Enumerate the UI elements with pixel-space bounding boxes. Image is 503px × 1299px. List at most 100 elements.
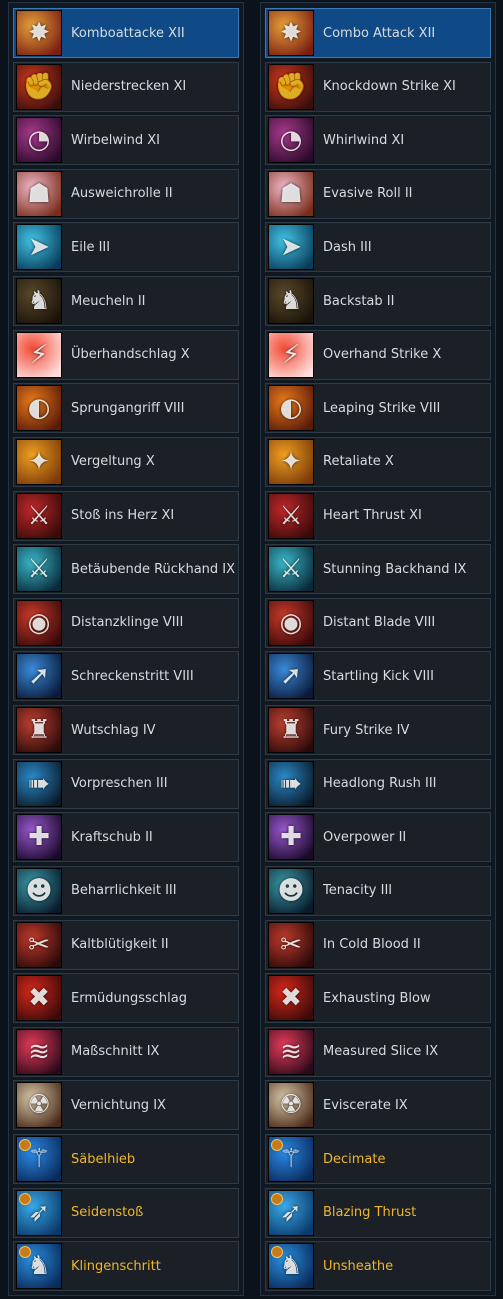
in-cold-blood-icon: ✂ [268,921,314,968]
dash-icon: ➤ [268,224,314,271]
skill-row[interactable]: ☗ Ausweichrolle II [13,168,239,219]
skill-row[interactable]: ✂ In Cold Blood II [265,919,491,970]
skill-row[interactable]: ✚ Kraftschub II [13,812,239,863]
skill-row[interactable]: ☗ Evasive Roll II [265,168,491,219]
skill-row[interactable]: ✦ Vergeltung X [13,436,239,487]
skill-row[interactable]: ✖ Exhausting Blow [265,973,491,1024]
decimate-glyph: ⚚ [27,1144,51,1175]
skill-row[interactable]: ➚ Startling Kick VIII [265,651,491,702]
in-cold-blood-glyph: ✂ [280,929,302,960]
overpower-icon: ✚ [16,814,62,861]
unsheathe-icon: ♞ [16,1243,62,1290]
english-skill-list: ✸ Combo Attack XII ✊ Knockdown Strike XI ◔ Wh… [260,2,496,1296]
skill-name: Tenacity III [323,883,393,899]
eviscerate-glyph: ☢ [27,1090,51,1121]
skill-name: Overhand Strike X [323,347,442,363]
skill-row[interactable]: ♞ Klingenschritt [13,1241,239,1292]
headlong-rush-icon: ➠ [16,760,62,807]
skill-name: Ausweichrolle II [71,186,173,202]
skill-row[interactable]: ≋ Maßschnitt IX [13,1026,239,1077]
dash-glyph: ➤ [28,232,50,263]
skill-name: Dash III [323,239,372,255]
skill-name: Whirlwind XI [323,132,405,148]
skill-row[interactable]: ✂ Kaltblütigkeit II [13,919,239,970]
tenacity-icon: ☻ [16,867,62,914]
retaliate-glyph: ✦ [280,446,302,477]
skill-name: Betäubende Rückhand IX [71,561,236,577]
skill-name: Eile III [71,239,111,255]
skill-row[interactable]: ➚ Schreckenstritt VIII [13,651,239,702]
unsheathe-glyph: ♞ [279,1251,303,1282]
in-cold-blood-glyph: ✂ [28,929,50,960]
skill-row[interactable]: ◔ Wirbelwind XI [13,115,239,166]
skill-name: Beharrlichkeit III [71,883,177,899]
skill-row[interactable]: ☢ Eviscerate IX [265,1080,491,1131]
skill-row[interactable]: ⚚ Decimate [265,1134,491,1185]
skill-row[interactable]: ⚡ Overhand Strike X [265,329,491,380]
skill-row[interactable]: ◉ Distanzklinge VIII [13,597,239,648]
special-badge-icon [19,1139,31,1152]
stunning-backhand-icon: ⚔ [268,546,314,593]
skill-row[interactable]: ➤ Eile III [13,222,239,273]
skill-row[interactable]: ✊ Knockdown Strike XI [265,61,491,112]
skill-row[interactable]: ✚ Overpower II [265,812,491,863]
evasive-roll-glyph: ☗ [27,178,51,209]
skill-row[interactable]: ◉ Distant Blade VIII [265,597,491,648]
decimate-glyph: ⚚ [279,1144,303,1175]
skill-name: Backstab II [323,293,395,309]
skill-name: Säbelhieb [71,1151,136,1167]
skill-row[interactable]: ♞ Unsheathe [265,1241,491,1292]
fury-strike-icon: ♜ [268,707,314,754]
skill-row[interactable]: ⚡ Überhandschlag X [13,329,239,380]
overhand-strike-icon: ⚡ [268,331,314,378]
startling-kick-icon: ➚ [268,653,314,700]
skill-row[interactable]: ◐ Leaping Strike VIII [265,383,491,434]
skill-row[interactable]: ➶ Blazing Thrust [265,1187,491,1238]
skill-name: Headlong Rush III [323,776,437,792]
skill-row[interactable]: ♞ Backstab II [265,276,491,327]
overpower-glyph: ✚ [28,822,50,853]
skill-row[interactable]: ➠ Vorpreschen III [13,758,239,809]
skill-row[interactable]: ♜ Fury Strike IV [265,705,491,756]
skill-row[interactable]: ✸ Komboattacke XII [13,8,239,58]
retaliate-icon: ✦ [16,438,62,485]
skill-row[interactable]: ➤ Dash III [265,222,491,273]
skill-row[interactable]: ♜ Wutschlag IV [13,705,239,756]
skill-name: Unsheathe [323,1258,394,1274]
skill-name: Vorpreschen III [71,776,168,792]
skill-row[interactable]: ☢ Vernichtung IX [13,1080,239,1131]
skill-name: Evasive Roll II [323,186,413,202]
heart-thrust-glyph: ⚔ [27,500,51,531]
backstab-glyph: ♞ [27,286,51,317]
skill-row[interactable]: ✊ Niederstrecken XI [13,61,239,112]
skill-row[interactable]: ⚚ Säbelhieb [13,1134,239,1185]
whirlwind-icon: ◔ [268,117,314,164]
skill-row[interactable]: ⚔ Betäubende Rückhand IX [13,544,239,595]
skill-row[interactable]: ☻ Beharrlichkeit III [13,865,239,916]
skill-row[interactable]: ✦ Retaliate X [265,436,491,487]
skill-row[interactable]: ≋ Measured Slice IX [265,1026,491,1077]
skill-row[interactable]: ♞ Meucheln II [13,276,239,327]
skill-row[interactable]: ➠ Headlong Rush III [265,758,491,809]
skill-row[interactable]: ◐ Sprungangriff VIII [13,383,239,434]
skill-row[interactable]: ⚔ Heart Thrust XI [265,490,491,541]
startling-kick-glyph: ➚ [280,661,302,692]
knockdown-strike-glyph: ✊ [22,71,56,102]
dash-icon: ➤ [16,224,62,271]
heart-thrust-glyph: ⚔ [279,500,303,531]
skill-row[interactable]: ☻ Tenacity III [265,865,491,916]
skill-row[interactable]: ◔ Whirlwind XI [265,115,491,166]
skill-row[interactable]: ⚔ Stoß ins Herz XI [13,490,239,541]
whirlwind-icon: ◔ [16,117,62,164]
skill-name: Sprungangriff VIII [71,400,185,416]
skill-row[interactable]: ✖ Ermüdungsschlag [13,973,239,1024]
knockdown-strike-glyph: ✊ [274,71,308,102]
skill-name: Komboattacke XII [71,25,185,41]
skill-row[interactable]: ➶ Seidenstoß [13,1187,239,1238]
tenacity-glyph: ☻ [277,875,305,906]
eviscerate-icon: ☢ [268,1082,314,1129]
blazing-thrust-icon: ➶ [16,1189,62,1236]
skill-name: Measured Slice IX [323,1044,439,1060]
skill-row[interactable]: ✸ Combo Attack XII [265,8,491,58]
skill-row[interactable]: ⚔ Stunning Backhand IX [265,544,491,595]
